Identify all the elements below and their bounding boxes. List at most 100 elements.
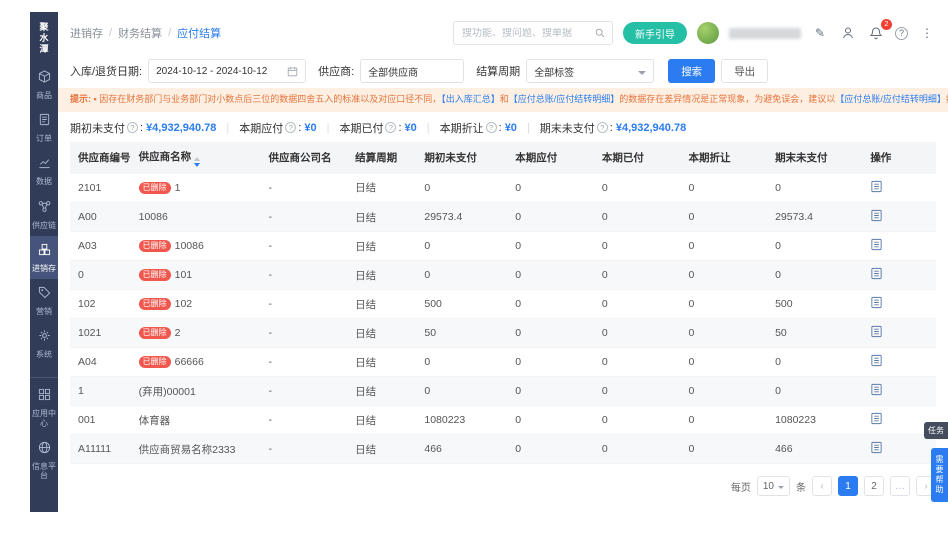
cell-closing: 0 bbox=[767, 347, 863, 377]
sidebar-item-label: 数据 bbox=[36, 177, 52, 187]
row-detail-button[interactable] bbox=[870, 296, 883, 312]
column-label: 本期应付 bbox=[515, 152, 558, 164]
cell-discount: 0 bbox=[680, 289, 768, 319]
table-row: 0 已删除 101- 日结 0 0 0 0 0 bbox=[70, 260, 936, 290]
row-detail-button[interactable] bbox=[870, 441, 883, 457]
info-icon[interactable]: ? bbox=[485, 122, 497, 133]
deleted-badge: 已删除 bbox=[138, 327, 171, 339]
chain-icon bbox=[38, 200, 51, 218]
cell-code: 1 bbox=[70, 376, 131, 406]
notice-link[interactable]: 【应付总账/应付结转明细】 bbox=[509, 94, 620, 104]
supplier-name: 1 bbox=[174, 181, 181, 194]
sidebar-item-order[interactable]: 订单 bbox=[30, 106, 58, 149]
chevron-down-icon bbox=[638, 70, 647, 79]
row-detail-button[interactable] bbox=[870, 238, 883, 254]
help-icon[interactable]: ? bbox=[895, 26, 908, 40]
prev-page-button[interactable]: ‹ bbox=[812, 476, 832, 496]
breadcrumb-item[interactable]: 财务结算 bbox=[118, 25, 162, 41]
notification-icon[interactable]: 2 bbox=[867, 19, 892, 42]
cell-paid: 0 bbox=[593, 347, 681, 377]
cell-payable: 0 bbox=[507, 376, 594, 406]
info-icon[interactable]: ? bbox=[385, 122, 397, 133]
sidebar: 聚水潭 商品 订单 数据 供应链 进销存 营销 系统 应用中心 信息平台 bbox=[30, 12, 58, 512]
sidebar-item-gear[interactable]: 系统 bbox=[30, 322, 58, 365]
sidebar-item-cube[interactable]: 商品 bbox=[30, 63, 58, 106]
sidebar-item-tag[interactable]: 营销 bbox=[30, 279, 58, 322]
search-icon[interactable] bbox=[594, 27, 606, 39]
detail-icon bbox=[870, 267, 883, 283]
cell-cycle: 日结 bbox=[347, 231, 417, 261]
newbie-guide-button[interactable]: 新手引导 bbox=[623, 22, 687, 44]
column-header: 结算周期 bbox=[347, 141, 417, 174]
page-button[interactable]: 1 bbox=[838, 476, 858, 496]
export-button[interactable]: 导出 bbox=[721, 59, 769, 83]
supplier-name: (弃用)00001 bbox=[138, 385, 196, 398]
search-input[interactable] bbox=[462, 27, 594, 39]
row-detail-button[interactable] bbox=[870, 325, 883, 341]
sidebar-item-inventory[interactable]: 进销存 bbox=[30, 235, 58, 279]
row-detail-button[interactable] bbox=[870, 354, 883, 370]
row-detail-button[interactable] bbox=[870, 267, 883, 283]
cell-payable: 0 bbox=[507, 173, 594, 203]
page-button[interactable]: 2 bbox=[864, 476, 884, 496]
per-page-label: 每页 bbox=[730, 482, 751, 494]
sidebar-item-chain[interactable]: 供应链 bbox=[30, 193, 58, 236]
row-detail-button[interactable] bbox=[870, 383, 883, 399]
cell-name: 已删除 66666 bbox=[130, 347, 261, 377]
notice-segment: 因存在财务部门与业务部门对小数点后三位的数据四舍五入的标准以及对应口径不同， bbox=[99, 94, 442, 104]
supplier-name: 供应商贸易名称2333 bbox=[138, 443, 236, 456]
cell-name: 10086 bbox=[130, 202, 261, 232]
table-row: 1021 已删除 2- 日结 50 0 0 0 50 bbox=[70, 318, 936, 348]
sidebar-item-grid[interactable]: 应用中心 bbox=[30, 377, 58, 433]
cell-discount: 0 bbox=[680, 260, 768, 290]
info-icon[interactable]: ? bbox=[285, 122, 297, 133]
edit-icon[interactable]: ✎ bbox=[811, 24, 829, 42]
cell-paid: 0 bbox=[593, 173, 681, 203]
help-floating-button[interactable]: 需要帮助 bbox=[931, 448, 948, 502]
cycle-select[interactable]: 全部标签 bbox=[526, 59, 655, 83]
cell-name: (弃用)00001 bbox=[130, 376, 261, 406]
supplier-input[interactable]: 全部供应商 bbox=[360, 59, 465, 83]
task-floating-button[interactable]: 任务 bbox=[924, 422, 948, 439]
info-icon[interactable]: ? bbox=[596, 122, 608, 133]
sidebar-item-globe[interactable]: 信息平台 bbox=[30, 434, 58, 486]
global-search-box[interactable] bbox=[453, 21, 613, 45]
cell-closing: 29573.4 bbox=[767, 202, 863, 232]
summary-colon: : bbox=[140, 121, 144, 134]
avatar[interactable] bbox=[697, 22, 719, 44]
row-detail-button[interactable] bbox=[870, 180, 883, 196]
summary-bar: 期初未支付?: ¥4,932,940.78 | 本期应付?: ¥0 | 本期已付?: ¥0 | 本… bbox=[58, 112, 948, 142]
deleted-badge: 已删除 bbox=[138, 181, 171, 194]
cell-cycle: 日结 bbox=[347, 202, 417, 232]
per-page-select[interactable]: 10 bbox=[756, 476, 790, 496]
cell-payable: 0 bbox=[507, 260, 594, 290]
account-icon[interactable] bbox=[839, 24, 857, 42]
supplier-name: 2 bbox=[174, 327, 181, 339]
ellipsis-page-button[interactable]: … bbox=[890, 476, 910, 496]
cell-cycle: 日结 bbox=[347, 347, 417, 377]
sidebar-item-label: 应用中心 bbox=[32, 409, 56, 428]
supplier-name: 101 bbox=[174, 269, 193, 281]
deleted-badge: 已删除 bbox=[138, 269, 171, 281]
cell-cycle: 日结 bbox=[347, 289, 417, 319]
more-icon[interactable]: ⋮ bbox=[918, 24, 936, 42]
date-range-input[interactable]: 2024-10-12 - 2024-10-12 bbox=[148, 59, 307, 83]
column-header[interactable]: 供应商名称 bbox=[130, 141, 261, 174]
topbar: 进销存 / 财务结算 / 应付结算 新手引导 ✎ 2 ? ⋮ bbox=[58, 12, 948, 54]
notice-link[interactable]: 【应付总账/应付结转明细】 bbox=[835, 94, 946, 104]
supplier-name: 10086 bbox=[174, 240, 204, 252]
cell-company: - bbox=[260, 202, 348, 232]
breadcrumb-item[interactable]: 进销存 bbox=[70, 25, 103, 41]
notice-link[interactable]: 【出入库汇总】 bbox=[441, 94, 500, 104]
info-icon[interactable]: ? bbox=[127, 122, 138, 133]
per-page-unit: 条 bbox=[796, 482, 806, 494]
sidebar-item-chart[interactable]: 数据 bbox=[30, 149, 58, 192]
chevron-down-icon bbox=[778, 486, 784, 492]
cell-opening: 466 bbox=[416, 434, 508, 464]
row-detail-button[interactable] bbox=[870, 209, 883, 225]
cell-cycle: 日结 bbox=[347, 434, 417, 464]
row-detail-button[interactable] bbox=[870, 412, 883, 428]
search-button[interactable]: 搜索 bbox=[668, 59, 716, 83]
cell-paid: 0 bbox=[593, 318, 681, 348]
sidebar-item-label: 订单 bbox=[36, 134, 52, 144]
